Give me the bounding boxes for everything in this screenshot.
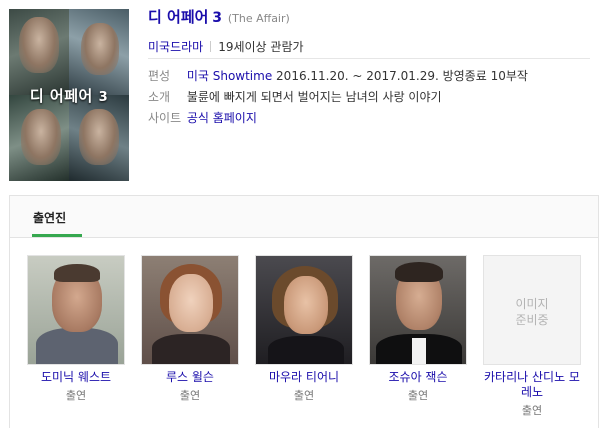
age-rating: 19세이상 관람가 [218, 40, 304, 54]
active-tab-indicator [32, 234, 82, 237]
schedule-label: 편성 [148, 69, 171, 83]
divider [210, 41, 212, 52]
intro-label: 소개 [148, 90, 171, 104]
cast-name[interactable]: 조슈아 잭슨 [368, 370, 468, 385]
network-link[interactable]: 미국 Showtime [187, 69, 272, 83]
intro-text: 불륜에 빠지게 되면서 벌어지는 남녀의 사랑 이야기 [186, 90, 442, 104]
cast-photo[interactable] [141, 255, 239, 365]
cast-photo[interactable] [255, 255, 353, 365]
cast-photo[interactable] [369, 255, 467, 365]
cast-member[interactable]: 마우라 티어니 출연 [254, 255, 354, 403]
season-number[interactable]: 3 [212, 10, 222, 26]
cast-member[interactable]: 조슈아 잭슨 출연 [368, 255, 468, 403]
poster-title: 디 어페어 3 [29, 87, 109, 105]
cast-photo-placeholder[interactable]: 이미지 준비중 [483, 255, 581, 365]
cast-photo[interactable] [27, 255, 125, 365]
tab-bar: 출연진 [10, 196, 598, 238]
tab-cast[interactable]: 출연진 [33, 209, 66, 226]
site-row: 사이트 공식 홈페이지 [148, 109, 257, 126]
show-poster[interactable]: 디 어페어 3 [9, 9, 129, 181]
cast-name[interactable]: 루스 윌슨 [140, 370, 240, 385]
tagline: 미국드라마 19세이상 관람가 [148, 38, 304, 55]
schedule-row: 편성 미국 Showtime 2016.11.20. ~ 2017.01.29.… [148, 67, 528, 84]
title-row: 디 어페어 3 (The Affair) [148, 6, 290, 27]
cast-member[interactable]: 루스 윌슨 출연 [140, 255, 240, 403]
cast-member[interactable]: 도미닉 웨스트 출연 [26, 255, 126, 403]
original-title: (The Affair) [227, 12, 290, 25]
cast-role: 출연 [179, 389, 201, 402]
cast-name[interactable]: 마우라 티어니 [254, 370, 354, 385]
no-image-text: 이미지 준비중 [515, 297, 549, 327]
intro-row: 소개 불륜에 빠지게 되면서 벌어지는 남녀의 사랑 이야기 [148, 88, 442, 105]
cast-name[interactable]: 도미닉 웨스트 [26, 370, 126, 385]
cast-member[interactable]: 이미지 준비중 카타리나 산디노 모레노 출연 [482, 255, 582, 418]
cast-section: 출연진 도미닉 웨스트 출연 루스 윌슨 출연 마우라 티어니 출연 조슈아 잭… [9, 195, 599, 428]
divider [148, 58, 590, 59]
cast-role: 출연 [521, 404, 543, 417]
site-label: 사이트 [148, 111, 182, 125]
cast-role: 출연 [293, 389, 315, 402]
show-title[interactable]: 디 어페어 [148, 8, 208, 26]
official-site-link[interactable]: 공식 홈페이지 [187, 111, 257, 125]
schedule-text: 2016.11.20. ~ 2017.01.29. 방영종료 10부작 [276, 69, 528, 83]
cast-name[interactable]: 카타리나 산디노 모레노 [482, 370, 582, 400]
cast-role: 출연 [65, 389, 87, 402]
genre-link[interactable]: 미국드라마 [148, 40, 203, 54]
cast-role: 출연 [407, 389, 429, 402]
